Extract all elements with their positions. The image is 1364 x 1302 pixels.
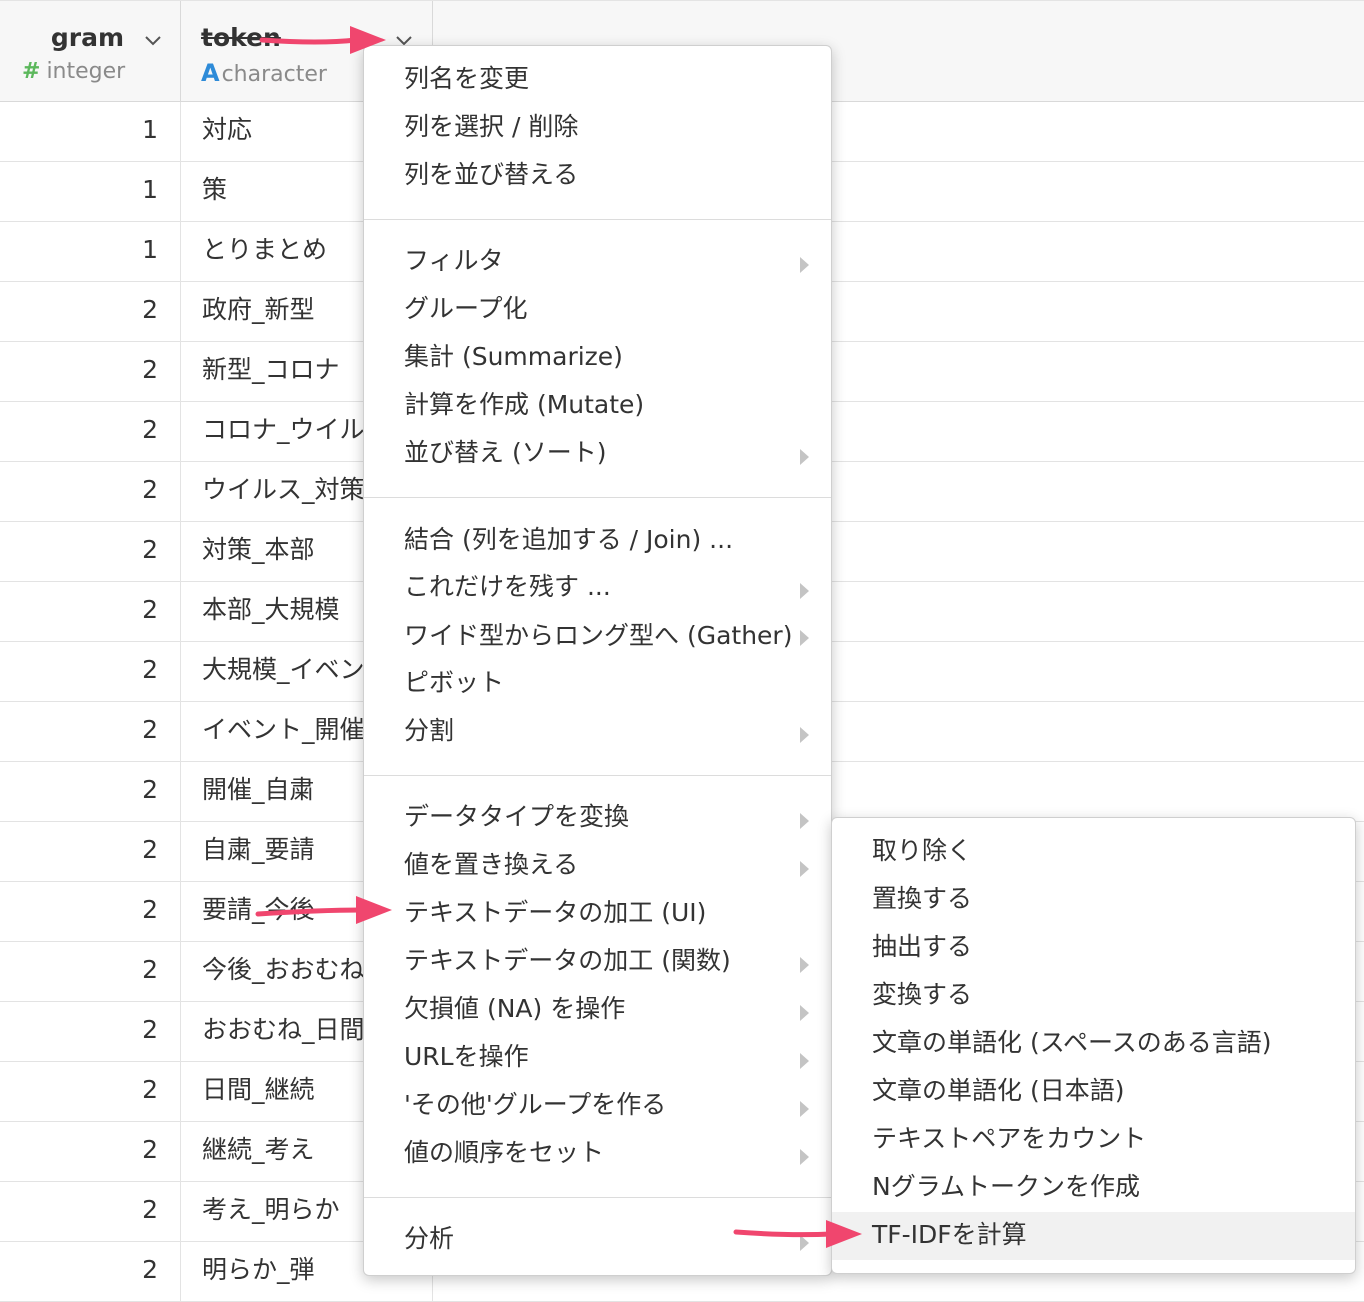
menu-item-keep-only[interactable]: これだけを残す ... <box>404 567 611 607</box>
column-type-label: integer <box>46 59 126 84</box>
submenu-arrow-icon <box>800 630 809 646</box>
cell-gram[interactable]: 2 <box>0 942 181 1001</box>
submenu-arrow-icon <box>800 1005 809 1021</box>
menu-item-text-processing-ui[interactable]: テキストデータの加工 (UI) <box>404 893 706 933</box>
menu-item-reorder-columns[interactable]: 列を並び替える <box>404 155 578 195</box>
menu-item-mutate[interactable]: 計算を作成 (Mutate) <box>404 385 644 425</box>
chevron-down-icon[interactable] <box>142 29 164 51</box>
cell-gram[interactable]: 1 <box>0 162 181 221</box>
menu-item-set-value-order[interactable]: 値の順序をセット <box>404 1133 604 1173</box>
menu-item-filter[interactable]: フィルタ <box>404 241 504 281</box>
cell-gram[interactable]: 2 <box>0 342 181 401</box>
menu-item-gather[interactable]: ワイド型からロング型へ (Gather) <box>404 616 792 656</box>
menu-item-group-by[interactable]: グループ化 <box>404 289 528 329</box>
submenu-arrow-icon <box>800 1101 809 1117</box>
cell-gram[interactable]: 2 <box>0 462 181 521</box>
cell-gram[interactable]: 2 <box>0 1182 181 1241</box>
menu-item-handle-url[interactable]: URLを操作 <box>404 1037 529 1077</box>
menu-separator <box>364 775 831 776</box>
column-type-label: character <box>221 62 327 87</box>
submenu-item-extract[interactable]: 抽出する <box>872 927 972 967</box>
submenu-item-replace[interactable]: 置換する <box>872 879 972 919</box>
submenu-arrow-icon <box>800 861 809 877</box>
cell-gram[interactable]: 2 <box>0 402 181 461</box>
integer-type-icon: # <box>22 59 41 84</box>
cell-gram[interactable]: 1 <box>0 222 181 281</box>
submenu-item-tokenize-japanese[interactable]: 文章の単語化 (日本語) <box>872 1071 1124 1111</box>
submenu-item-create-ngram[interactable]: Nグラムトークンを作成 <box>872 1167 1140 1207</box>
menu-item-text-processing-functions[interactable]: テキストデータの加工 (関数) <box>404 941 731 981</box>
cell-gram[interactable]: 2 <box>0 702 181 761</box>
column-context-menu: 列名を変更 列を選択 / 削除 列を並び替える フィルタ グループ化 集計 (S… <box>363 45 832 1276</box>
cell-gram[interactable]: 2 <box>0 882 181 941</box>
menu-separator <box>364 219 831 220</box>
menu-item-rename-column[interactable]: 列名を変更 <box>404 59 529 99</box>
submenu-arrow-icon <box>800 1235 809 1251</box>
menu-separator <box>364 1197 831 1198</box>
menu-item-summarize[interactable]: 集計 (Summarize) <box>404 337 623 377</box>
menu-item-join[interactable]: 結合 (列を追加する / Join) ... <box>404 520 733 560</box>
column-name-token: token <box>201 23 281 52</box>
submenu-item-tokenize-spaced[interactable]: 文章の単語化 (スペースのある言語) <box>872 1023 1271 1063</box>
submenu-arrow-icon <box>800 727 809 743</box>
column-header-gram[interactable]: gram # integer <box>0 1 181 102</box>
cell-gram[interactable]: 2 <box>0 762 181 821</box>
submenu-arrow-icon <box>800 583 809 599</box>
cell-gram[interactable]: 1 <box>0 102 181 161</box>
submenu-item-remove[interactable]: 取り除く <box>872 831 972 871</box>
character-type-icon: A <box>201 59 220 87</box>
cell-gram[interactable]: 2 <box>0 1002 181 1061</box>
submenu-arrow-icon <box>800 957 809 973</box>
cell-gram[interactable]: 2 <box>0 282 181 341</box>
menu-item-select-delete-columns[interactable]: 列を選択 / 削除 <box>404 107 578 147</box>
column-type-gram: # integer <box>22 59 125 84</box>
menu-item-analytics[interactable]: 分析 <box>404 1219 454 1259</box>
submenu-arrow-icon <box>800 813 809 829</box>
submenu-arrow-icon <box>800 257 809 273</box>
column-type-token: Acharacter <box>201 59 327 87</box>
menu-item-other-group[interactable]: 'その他'グループを作る <box>404 1085 666 1125</box>
submenu-item-tf-idf[interactable]: TF-IDFを計算 <box>872 1215 1027 1255</box>
submenu-arrow-icon <box>800 1053 809 1069</box>
menu-item-split[interactable]: 分割 <box>404 711 454 751</box>
menu-item-handle-na[interactable]: 欠損値 (NA) を操作 <box>404 989 625 1029</box>
menu-item-sort[interactable]: 並び替え (ソート) <box>404 433 606 473</box>
text-processing-submenu: 取り除く 置換する 抽出する 変換する 文章の単語化 (スペースのある言語) 文… <box>831 817 1356 1274</box>
cell-gram[interactable]: 2 <box>0 582 181 641</box>
submenu-arrow-icon <box>800 1149 809 1165</box>
cell-gram[interactable]: 2 <box>0 1122 181 1181</box>
submenu-item-count-text-pairs[interactable]: テキストペアをカウント <box>872 1119 1146 1159</box>
submenu-item-convert[interactable]: 変換する <box>872 975 972 1015</box>
cell-gram[interactable]: 2 <box>0 1242 181 1301</box>
submenu-arrow-icon <box>800 449 809 465</box>
column-name-gram: gram <box>50 23 124 52</box>
menu-item-replace-values[interactable]: 値を置き換える <box>404 845 578 885</box>
menu-item-pivot[interactable]: ピボット <box>404 663 504 703</box>
cell-gram[interactable]: 2 <box>0 822 181 881</box>
cell-gram[interactable]: 2 <box>0 1062 181 1121</box>
menu-item-convert-data-type[interactable]: データタイプを変換 <box>404 797 629 837</box>
menu-separator <box>364 497 831 498</box>
cell-gram[interactable]: 2 <box>0 522 181 581</box>
cell-gram[interactable]: 2 <box>0 642 181 701</box>
